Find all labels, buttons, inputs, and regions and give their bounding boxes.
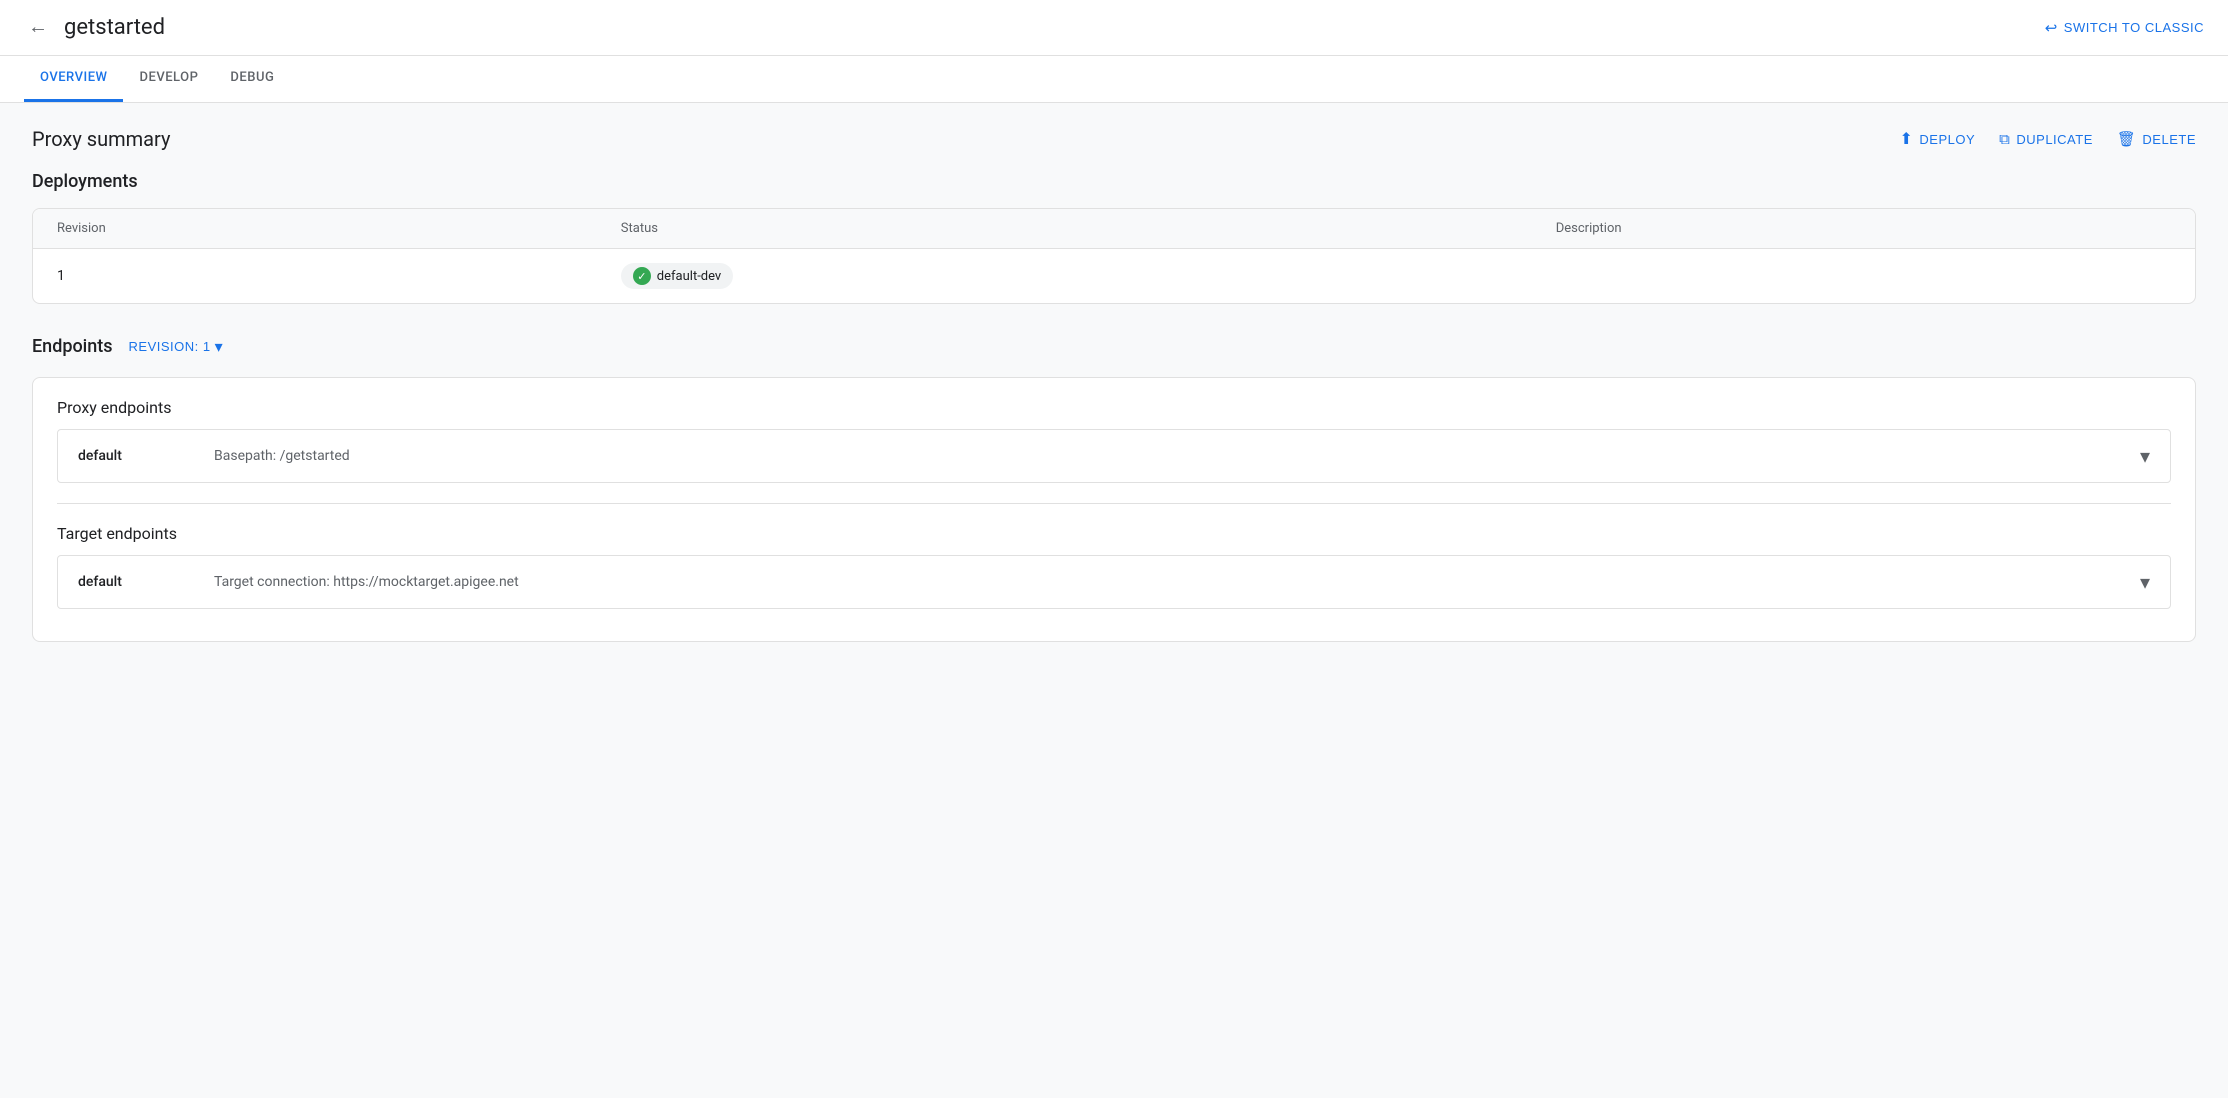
revision-selector[interactable]: REVISION: 1 ▾ <box>129 337 224 357</box>
endpoints-title: Endpoints <box>32 336 113 357</box>
status-badge: ✓ default-dev <box>621 263 733 289</box>
cell-status: ✓ default-dev <box>597 249 1532 304</box>
proxy-endpoints-title: Proxy endpoints <box>57 398 2171 417</box>
deployments-card: Revision Status Description 1 ✓ default-… <box>32 208 2196 304</box>
endpoints-header: Endpoints REVISION: 1 ▾ <box>32 336 2196 357</box>
action-buttons: ⬆ DEPLOY ⧉ DUPLICATE 🗑 DELETE <box>1900 129 2197 149</box>
table-row: 1 ✓ default-dev <box>33 249 2195 304</box>
col-revision: Revision <box>33 209 597 249</box>
delete-label: DELETE <box>2142 132 2196 147</box>
duplicate-button[interactable]: ⧉ DUPLICATE <box>1999 131 2093 148</box>
switch-classic-label: SWITCH TO CLASSIC <box>2064 20 2204 35</box>
proxy-summary-header: Proxy summary ⬆ DEPLOY ⧉ DUPLICATE 🗑 DEL… <box>32 127 2196 151</box>
tab-overview[interactable]: OVERVIEW <box>24 56 123 102</box>
proxy-endpoint-chevron-icon: ▾ <box>2140 444 2150 468</box>
proxy-summary-title: Proxy summary <box>32 127 170 151</box>
duplicate-icon: ⧉ <box>1999 131 2010 148</box>
proxy-endpoint-name: default <box>78 448 198 464</box>
back-icon: ← <box>28 16 48 39</box>
deploy-label: DEPLOY <box>1919 132 1975 147</box>
deployments-section: Deployments Revision Status Description … <box>32 171 2196 304</box>
proxy-endpoints-section: Proxy endpoints default Basepath: /getst… <box>33 378 2195 503</box>
target-endpoints-section: Target endpoints default Target connecti… <box>33 504 2195 641</box>
header-left: ← getstarted <box>24 12 165 43</box>
chevron-down-icon: ▾ <box>215 337 224 357</box>
target-endpoints-title: Target endpoints <box>57 524 2171 543</box>
tab-develop[interactable]: DEVELOP <box>123 56 214 102</box>
switch-classic-button[interactable]: ↩ SWITCH TO CLASSIC <box>2045 19 2204 37</box>
target-endpoint-desc: Target connection: https://mocktarget.ap… <box>198 574 2140 590</box>
status-label: default-dev <box>657 269 721 284</box>
target-endpoint-name: default <box>78 574 198 590</box>
deployments-table: Revision Status Description 1 ✓ default-… <box>33 209 2195 303</box>
delete-button[interactable]: 🗑 DELETE <box>2117 130 2196 148</box>
cell-revision: 1 <box>33 249 597 304</box>
header: ← getstarted ↩ SWITCH TO CLASSIC <box>0 0 2228 56</box>
cell-description <box>1532 249 2195 304</box>
table-header: Revision Status Description <box>33 209 2195 249</box>
col-description: Description <box>1532 209 2195 249</box>
table-body: 1 ✓ default-dev <box>33 249 2195 304</box>
proxy-endpoint-desc: Basepath: /getstarted <box>198 448 2140 464</box>
deployments-title: Deployments <box>32 171 2196 192</box>
target-endpoint-chevron-icon: ▾ <box>2140 570 2150 594</box>
back-button[interactable]: ← <box>24 12 52 43</box>
deploy-button[interactable]: ⬆ DEPLOY <box>1900 129 1976 149</box>
revision-label: REVISION: 1 <box>129 339 211 354</box>
col-status: Status <box>597 209 1532 249</box>
switch-icon: ↩ <box>2045 19 2058 37</box>
deploy-icon: ⬆ <box>1900 129 1914 149</box>
page-title: getstarted <box>64 15 165 40</box>
endpoints-section: Endpoints REVISION: 1 ▾ Proxy endpoints … <box>32 336 2196 642</box>
proxy-endpoint-row[interactable]: default Basepath: /getstarted ▾ <box>57 429 2171 483</box>
duplicate-label: DUPLICATE <box>2016 132 2093 147</box>
target-endpoint-row[interactable]: default Target connection: https://mockt… <box>57 555 2171 609</box>
endpoints-card: Proxy endpoints default Basepath: /getst… <box>32 377 2196 642</box>
main-content: Proxy summary ⬆ DEPLOY ⧉ DUPLICATE 🗑 DEL… <box>0 103 2228 1081</box>
tabs-bar: OVERVIEW DEVELOP DEBUG <box>0 56 2228 103</box>
status-check-icon: ✓ <box>633 267 651 285</box>
tab-debug[interactable]: DEBUG <box>214 56 290 102</box>
delete-icon: 🗑 <box>2117 130 2137 148</box>
